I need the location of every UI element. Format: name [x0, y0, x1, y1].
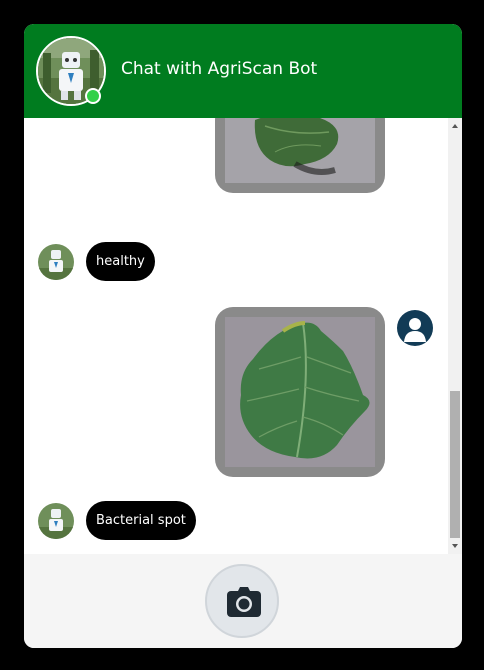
message-list[interactable]: healthy Bacterial spot	[24, 118, 448, 554]
chat-header: Chat with AgriScan Bot	[24, 24, 462, 118]
bot-mini-avatar	[38, 503, 74, 539]
user-image-message[interactable]	[215, 118, 385, 193]
bot-text-message: healthy	[86, 242, 155, 281]
leaf-photo	[225, 118, 375, 183]
scroll-down-arrow-icon[interactable]	[452, 544, 458, 548]
robot-avatar-icon	[38, 244, 74, 280]
chat-title: Chat with AgriScan Bot	[121, 59, 318, 79]
chat-window: Chat with AgriScan Bot healthy Bacterial…	[24, 24, 462, 648]
chat-footer	[24, 554, 462, 648]
user-icon	[404, 318, 426, 342]
user-image-message[interactable]	[215, 307, 385, 477]
leaf-photo	[225, 317, 375, 467]
camera-icon	[227, 587, 261, 617]
bot-text-message: Bacterial spot	[86, 501, 196, 540]
online-status-indicator	[85, 88, 101, 104]
user-avatar	[397, 310, 433, 346]
scrollbar-thumb[interactable]	[450, 391, 460, 538]
message-scrollbar[interactable]	[448, 118, 462, 554]
robot-avatar-icon	[38, 503, 74, 539]
bot-mini-avatar	[38, 244, 74, 280]
scroll-up-arrow-icon[interactable]	[452, 124, 458, 128]
camera-button[interactable]	[205, 564, 279, 638]
